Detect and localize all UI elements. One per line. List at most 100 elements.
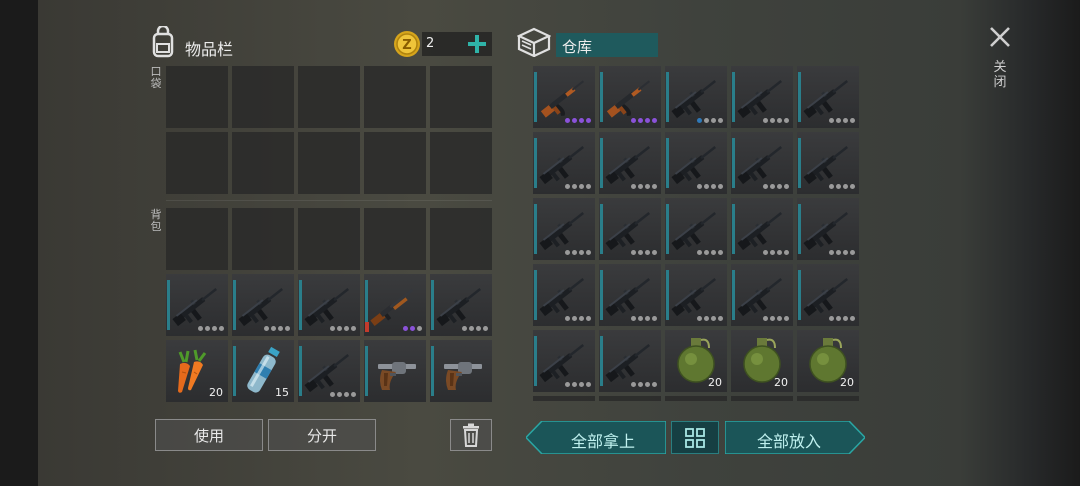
rarity-dot — [645, 382, 650, 387]
pocket-slot[interactable] — [430, 66, 492, 128]
rarity-dot — [711, 184, 716, 189]
rarity-dot — [631, 184, 636, 189]
storage-empty-slot[interactable] — [731, 396, 793, 401]
rarity-dot — [212, 326, 217, 331]
storage-slot[interactable] — [731, 198, 793, 260]
pocket-slot[interactable] — [232, 132, 294, 194]
storage-slot[interactable] — [797, 66, 859, 128]
rarity-dot — [850, 250, 855, 255]
storage-slot[interactable] — [797, 264, 859, 326]
use-button[interactable]: 使用 — [155, 419, 263, 451]
rarity-dots — [198, 326, 224, 331]
take-all-button[interactable]: 全部拿上 — [526, 421, 666, 454]
storage-empty-slot[interactable] — [533, 396, 595, 401]
backpack-slot[interactable] — [298, 274, 360, 336]
backpack-slot[interactable] — [364, 208, 426, 270]
backpack-slot[interactable]: 20 — [166, 340, 228, 402]
trash-button[interactable] — [450, 419, 492, 451]
rarity-dot — [645, 184, 650, 189]
backpack-label: 背包 — [150, 208, 162, 233]
rarity-dots — [763, 250, 789, 255]
backpack-slot[interactable] — [298, 208, 360, 270]
backpack-slot[interactable] — [364, 274, 426, 336]
rarity-dot — [763, 118, 768, 123]
storage-slot[interactable] — [599, 66, 661, 128]
storage-slot[interactable] — [533, 66, 595, 128]
rarity-dot — [403, 326, 408, 331]
storage-empty-slot[interactable] — [665, 396, 727, 401]
rarity-dot — [829, 184, 834, 189]
backpack-slot[interactable] — [298, 340, 360, 402]
rarity-dot — [850, 316, 855, 321]
rarity-dot — [763, 316, 768, 321]
backpack-slot[interactable] — [364, 340, 426, 402]
storage-slot[interactable] — [599, 330, 661, 392]
divider — [166, 200, 492, 201]
storage-slot[interactable] — [533, 330, 595, 392]
storage-slot[interactable] — [599, 264, 661, 326]
sort-button[interactable] — [671, 421, 719, 454]
rarity-dot — [711, 250, 716, 255]
storage-empty-slot[interactable] — [599, 396, 661, 401]
rarity-dot — [351, 326, 356, 331]
rarity-dots — [697, 118, 723, 123]
rarity-dot — [631, 316, 636, 321]
storage-slot[interactable] — [665, 66, 727, 128]
storage-slot[interactable] — [797, 198, 859, 260]
rarity-dots — [565, 250, 591, 255]
rarity-dot — [638, 250, 643, 255]
pocket-slot[interactable] — [232, 66, 294, 128]
backpack-slot[interactable] — [166, 274, 228, 336]
rarity-dot — [278, 326, 283, 331]
rarity-dots — [462, 326, 488, 331]
pocket-slot[interactable] — [430, 132, 492, 194]
rarity-dot — [652, 184, 657, 189]
storage-slot[interactable] — [533, 132, 595, 194]
put-all-button[interactable]: 全部放入 — [725, 421, 865, 454]
add-coins-button[interactable] — [464, 31, 490, 57]
storage-slot[interactable] — [533, 198, 595, 260]
backpack-slot[interactable] — [232, 274, 294, 336]
storage-slot[interactable] — [665, 198, 727, 260]
storage-slot[interactable] — [731, 264, 793, 326]
rarity-dot — [652, 250, 657, 255]
rarity-dot — [579, 118, 584, 123]
backpack-slot[interactable] — [430, 340, 492, 402]
storage-scroll-area[interactable]: 20 20 20 — [533, 66, 859, 401]
pocket-slot[interactable] — [298, 132, 360, 194]
backpack-slot[interactable]: 15 — [232, 340, 294, 402]
storage-slot[interactable] — [533, 264, 595, 326]
pocket-slot[interactable] — [364, 132, 426, 194]
rarity-dot — [638, 184, 643, 189]
rarity-dot — [264, 326, 269, 331]
storage-slot[interactable] — [797, 132, 859, 194]
rarity-dots — [697, 316, 723, 321]
close-button[interactable]: 关闭 — [985, 22, 1015, 102]
rarity-dot — [770, 184, 775, 189]
storage-slot[interactable]: 20 — [731, 330, 793, 392]
pocket-slot[interactable] — [364, 66, 426, 128]
storage-empty-slot[interactable] — [797, 396, 859, 401]
pocket-slot[interactable] — [166, 66, 228, 128]
storage-slot[interactable] — [599, 198, 661, 260]
storage-slot[interactable]: 20 — [797, 330, 859, 392]
rarity-dot — [417, 326, 422, 331]
rarity-dots — [829, 118, 855, 123]
pocket-slot[interactable] — [166, 132, 228, 194]
storage-slot[interactable] — [731, 66, 793, 128]
storage-slot[interactable]: 20 — [665, 330, 727, 392]
backpack-slot[interactable] — [430, 208, 492, 270]
pocket-slot[interactable] — [298, 66, 360, 128]
rarity-dot — [704, 184, 709, 189]
rarity-dot — [638, 382, 643, 387]
rarity-dots — [697, 184, 723, 189]
storage-slot[interactable] — [599, 132, 661, 194]
backpack-slot[interactable] — [232, 208, 294, 270]
backpack-slot[interactable] — [166, 208, 228, 270]
storage-slot[interactable] — [731, 132, 793, 194]
storage-slot[interactable] — [665, 264, 727, 326]
split-button[interactable]: 分开 — [268, 419, 376, 451]
storage-slot[interactable] — [665, 132, 727, 194]
rarity-dot — [843, 184, 848, 189]
backpack-slot[interactable] — [430, 274, 492, 336]
